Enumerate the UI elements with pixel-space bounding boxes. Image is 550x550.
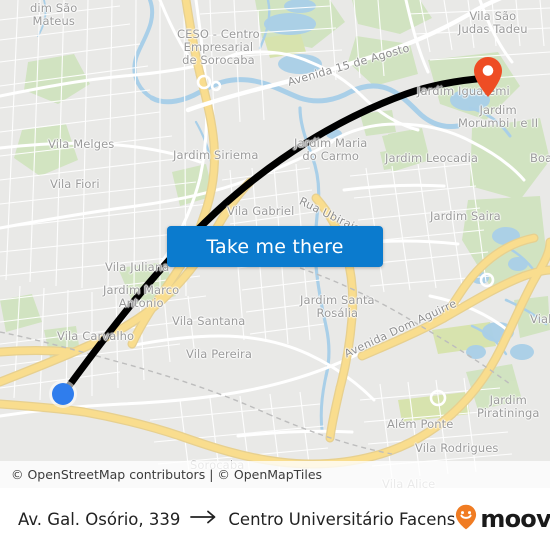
destination-label: Centro Universitário Facens bbox=[228, 509, 456, 529]
openmaptiles-attribution-link[interactable]: © OpenMapTiles bbox=[217, 467, 322, 482]
trip-footer: Av. Gal. Osório, 339 Centro Universitári… bbox=[0, 488, 550, 550]
arrow-right-icon bbox=[190, 510, 218, 529]
osm-attribution-link[interactable]: © OpenStreetMap contributors bbox=[11, 467, 205, 482]
take-me-there-button[interactable]: Take me there bbox=[167, 226, 383, 267]
moovit-pin-icon bbox=[455, 504, 477, 535]
trip-summary: Av. Gal. Osório, 339 Centro Universitári… bbox=[18, 510, 455, 529]
map-pin-icon[interactable] bbox=[472, 56, 504, 98]
attribution-separator: | bbox=[205, 467, 218, 482]
map-canvas[interactable]: dim São Mateus CESO - Centro Empresarial … bbox=[0, 0, 550, 488]
moovit-trip-map-card: dim São Mateus CESO - Centro Empresarial … bbox=[0, 0, 550, 550]
take-me-there-label: Take me there bbox=[206, 235, 344, 258]
map-attribution-bar: © OpenStreetMap contributors | © OpenMap… bbox=[0, 461, 550, 488]
moovit-wordmark: moovit bbox=[480, 505, 550, 533]
moovit-logo[interactable]: moovit bbox=[455, 504, 550, 535]
origin-dot[interactable] bbox=[52, 383, 74, 405]
origin-label: Av. Gal. Osório, 339 bbox=[18, 509, 181, 529]
